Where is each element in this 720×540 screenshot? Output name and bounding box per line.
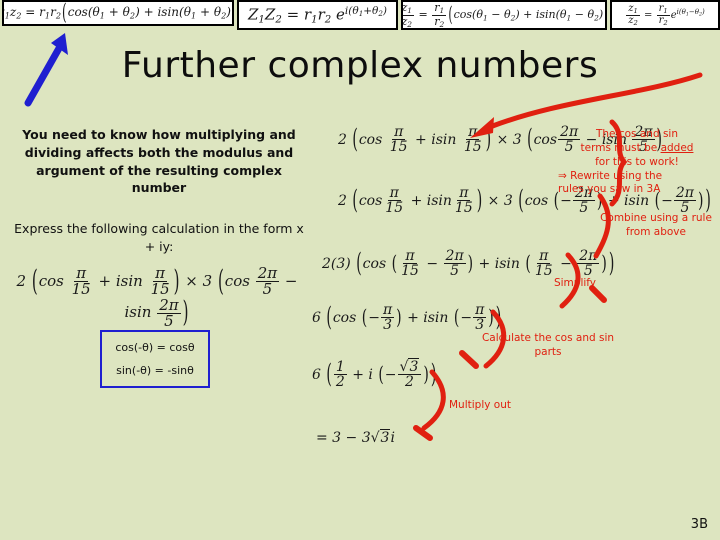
annotation-calculate-note: Calculate the cos and sin parts — [481, 332, 615, 358]
annotation-rewrite-line3: for this to work! — [595, 155, 679, 168]
page-title: Further complex numbers — [121, 45, 599, 86]
annotation-rewrite-note: The cos and sin terms must be added for … — [558, 128, 716, 197]
formula-box-multiply-modulus-argument: z1z2 = r1r2(cos(θ1 + θ2) + isin(θ1 + θ2)… — [2, 0, 234, 26]
page-number: 3B — [690, 517, 708, 532]
annotation-rewrite-underlined: added — [660, 141, 694, 154]
slide-canvas: z1z2 = r1r2(cos(θ1 + θ2) + isin(θ1 + θ2)… — [0, 0, 720, 540]
annotation-combine-note: Combine using a rule from above — [600, 212, 712, 238]
work-line-step-3: 2(3) (cos (π 15 − 2π 5) + isin (π 15 − 2π 5)… — [322, 248, 615, 280]
work-line-step-5: 6 (1 2 + i (− √3 2)) — [312, 358, 437, 391]
main-expression: 2 (cos π 15 + isin π 15) × 3 (cos 2π 5 − is… — [16, 263, 298, 330]
work-line-step-4: 6 (cos (− π 3) + isin (− π 3)) — [312, 302, 502, 334]
identity-cos: cos(-θ) = cosθ — [115, 341, 195, 354]
red-tick-final — [413, 425, 433, 441]
work-line-step-6: = 3 − 3√3i — [316, 429, 395, 446]
annotation-rewrite-line1: The cos and sin — [595, 128, 678, 140]
trig-identity-box: cos(-θ) = cosθ sin(-θ) = -sinθ — [100, 330, 210, 388]
identity-sin: sin(-θ) = -sinθ — [116, 364, 194, 377]
red-tick-multiply — [459, 350, 479, 369]
express-instruction-text: Express the following calculation in the… — [14, 221, 304, 254]
annotation-simplify-note: Simplify — [553, 277, 597, 289]
annotation-rewrite-line5: rules you saw in 3A — [558, 183, 661, 196]
annotation-multiply-out-note: Multiply out — [449, 399, 511, 411]
formula-box-multiply-exponential: Z1Z2 = r1r2 ei(θ1+θ2) — [237, 0, 398, 30]
formula-reference-bar: z1z2 = r1r2(cos(θ1 + θ2) + isin(θ1 + θ2)… — [0, 0, 720, 30]
formula-box-divide-modulus-argument: z1 z2 = r1 r2 (cos(θ1 − θ2) + isin(θ1 − θ2)… — [401, 0, 607, 30]
annotation-rewrite-line4: ⇒ Rewrite using the — [558, 169, 663, 182]
annotation-rewrite-line2-pre: terms must be — [580, 141, 661, 154]
formula-box-divide-exponential: z1 z2 = r1 r2 ei(θ1−θ2) — [610, 0, 720, 30]
intro-text: You need to know how multiplying and div… — [22, 127, 296, 196]
